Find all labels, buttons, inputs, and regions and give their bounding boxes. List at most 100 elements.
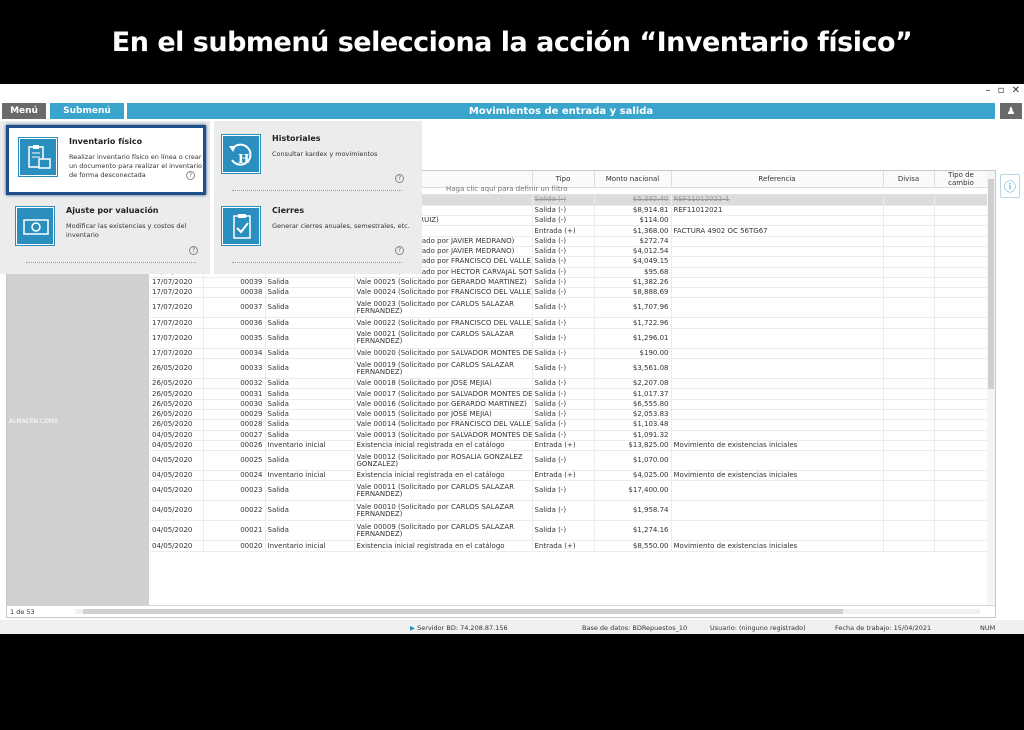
table-cell [883, 246, 935, 258]
table-row[interactable]: 17/07/2020 00035 Salida Vale 00021 (Solicit… [150, 328, 989, 349]
table-cell [883, 225, 935, 237]
table-cell: 04/05/2020 [150, 450, 204, 472]
help-icon[interactable]: ? [189, 246, 198, 255]
table-cell: $1,368.00 [594, 225, 672, 237]
submenu-item-title: Inventario físico [69, 137, 143, 146]
table-row[interactable]: 17/07/2020 00039 Salida Vale 00025 (Solicit… [150, 277, 989, 289]
table-cell [934, 378, 989, 390]
top-bar: Menú Submenú Movimientos de entrada y sa… [0, 103, 1024, 120]
help-icon[interactable]: ? [395, 246, 404, 255]
table-cell: Salida (-) [532, 267, 595, 278]
table-cell [934, 195, 989, 206]
table-row[interactable]: 26/05/2020 00031 Salida Vale 00017 (Solicit… [150, 388, 989, 400]
help-icon[interactable]: ? [395, 174, 404, 183]
submenu-item-ajuste-valuacion[interactable]: Ajuste por valuación Modificar las exist… [6, 197, 206, 267]
table-cell: Vale 00012 (Solicitado por ROSALIA GONZA… [354, 450, 533, 472]
submenu-item-title: Cierres [272, 206, 305, 215]
user-icon[interactable]: ♟ [1000, 103, 1022, 119]
submenu-item-cierres[interactable]: Cierres Generar cierres anuales, semestr… [212, 197, 412, 267]
table-cell: $8,888.69 [594, 287, 672, 299]
table-cell [934, 328, 989, 349]
app-window: – ▫ ✕ Menú Submenú Movimientos de entrad… [0, 84, 1024, 634]
table-cell [934, 287, 989, 299]
table-cell [934, 540, 989, 552]
table-cell [883, 399, 935, 410]
table-cell [671, 480, 884, 502]
clipboard-box-icon [19, 138, 57, 176]
horizontal-scrollbar[interactable] [75, 609, 980, 614]
group-label: ALMACÉN CDMX [9, 418, 59, 425]
table-row[interactable]: 26/05/2020 00029 Salida Vale 00015 (Solicit… [150, 409, 989, 421]
table-cell: REF11012021-1 [671, 195, 884, 206]
table-cell [883, 440, 935, 452]
table-cell: Salida (-) [532, 388, 595, 400]
table-cell [671, 256, 884, 268]
table-cell: Salida [265, 500, 355, 522]
table-row[interactable]: 26/05/2020 00030 Salida Vale 00016 (Solicit… [150, 399, 989, 410]
table-cell [671, 378, 884, 390]
submenu-item-title: Ajuste por valuación [66, 206, 159, 215]
table-row[interactable]: 04/05/2020 00025 Salida Vale 00012 (Solicit… [150, 450, 989, 472]
table-cell: Salida (-) [532, 246, 595, 258]
table-row[interactable]: 17/07/2020 00037 Salida Vale 00023 (Solicit… [150, 297, 989, 319]
table-row[interactable]: 17/07/2020 00034 Salida Vale 00020 (Solicit… [150, 348, 989, 360]
window-controls[interactable]: – ▫ ✕ [985, 85, 1022, 96]
table-cell: $1,274.16 [594, 520, 672, 542]
database-info: Base de datos: BDRepuestos_10 [582, 624, 688, 632]
table-cell: 04/05/2020 [150, 500, 204, 522]
table-cell: Salida [265, 287, 355, 299]
submenu-button[interactable]: Submenú [50, 103, 124, 119]
info-icon[interactable]: ⓘ [1000, 174, 1020, 198]
table-cell: Salida [265, 388, 355, 400]
table-row[interactable]: 04/05/2020 00023 Salida Vale 00011 (Solicit… [150, 480, 989, 502]
menu-button[interactable]: Menú [2, 103, 46, 119]
table-cell [883, 205, 935, 217]
table-row[interactable]: 04/05/2020 00026 Inventario inicial Existen… [150, 440, 989, 452]
page-title: Movimientos de entrada y salida [127, 103, 995, 119]
server-info: ▶ Servidor BD: 74.208.87.156 [410, 624, 508, 632]
table-cell [883, 540, 935, 552]
table-cell: Salida (-) [532, 348, 595, 360]
table-row[interactable]: 04/05/2020 00020 Inventario inicial Existen… [150, 540, 989, 552]
table-row[interactable]: 26/05/2020 00032 Salida Vale 00018 (Solicit… [150, 378, 989, 390]
table-cell: Salida [265, 348, 355, 360]
vertical-scrollbar[interactable] [987, 171, 995, 605]
table-row[interactable]: 17/07/2020 00036 Salida Vale 00022 (Solicit… [150, 317, 989, 329]
table-cell: 00021 [203, 520, 266, 542]
table-cell [934, 440, 989, 452]
table-cell [883, 419, 935, 431]
horizontal-scroll-thumb[interactable] [83, 609, 843, 614]
table-cell: Salida (-) [532, 297, 595, 319]
vertical-scroll-thumb[interactable] [988, 179, 994, 389]
table-cell: 00026 [203, 440, 266, 452]
submenu-item-description: Consultar kardex y movimientos [272, 150, 378, 158]
submenu-item-inventario-fisico[interactable]: Inventario físico Realizar inventario fí… [6, 125, 206, 195]
table-row[interactable]: 04/05/2020 00024 Inventario inicial Existen… [150, 470, 989, 482]
table-cell: Salida [265, 480, 355, 502]
table-cell [883, 267, 935, 278]
table-row[interactable]: 26/05/2020 00033 Salida Vale 00019 (Solicit… [150, 358, 989, 380]
table-row[interactable]: 17/07/2020 00038 Salida Vale 00024 (Solicit… [150, 287, 989, 299]
table-cell [934, 409, 989, 421]
table-cell: Salida (-) [532, 277, 595, 289]
help-icon[interactable]: ? [186, 171, 195, 180]
table-cell: 00032 [203, 378, 266, 390]
table-cell [934, 317, 989, 329]
table-cell: Salida (-) [532, 409, 595, 421]
submenu-item-historiales[interactable]: H Historiales Consultar kardex y movimie… [212, 125, 412, 195]
table-cell [934, 450, 989, 472]
table-row[interactable]: 04/05/2020 00021 Salida Vale 00009 (Solicit… [150, 520, 989, 542]
table-cell: Vale 00020 (Solicitado por SALVADOR MONT… [354, 348, 533, 360]
table-cell: $114.00 [594, 215, 672, 227]
table-row[interactable]: 04/05/2020 00022 Salida Vale 00010 (Solicit… [150, 500, 989, 522]
table-cell: $1,091.32 [594, 430, 672, 441]
table-cell: $272.74 [594, 236, 672, 247]
table-cell: 00033 [203, 358, 266, 380]
table-cell: Vale 00011 (Solicitado por CARLOS SALAZA… [354, 480, 533, 502]
table-cell [671, 246, 884, 258]
table-row[interactable]: 26/05/2020 00028 Salida Vale 00014 (Solicit… [150, 419, 989, 431]
table-cell [934, 470, 989, 482]
table-cell: 17/07/2020 [150, 287, 204, 299]
table-row[interactable]: 04/05/2020 00027 Salida Vale 00013 (Solicit… [150, 430, 989, 441]
table-cell: Salida [265, 317, 355, 329]
